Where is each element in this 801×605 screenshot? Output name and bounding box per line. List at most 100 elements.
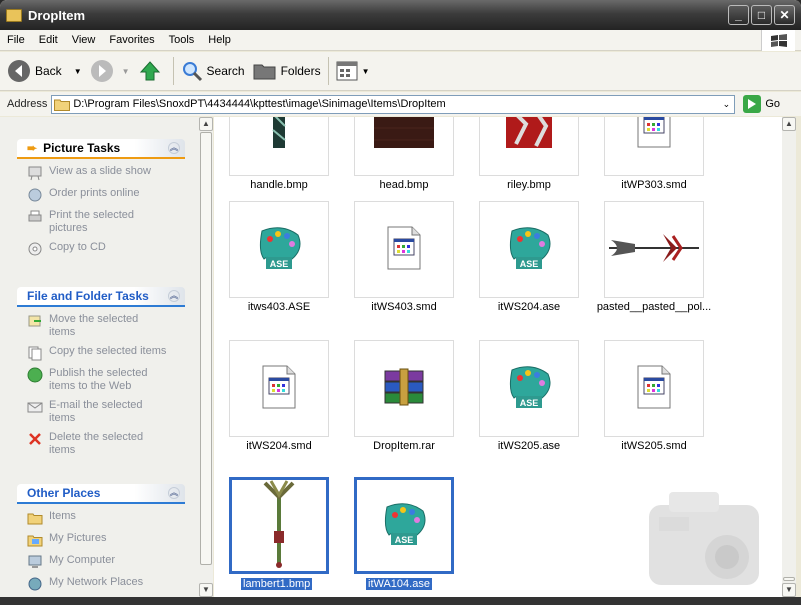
task-print-pictures[interactable]: Print the selected pictures — [27, 209, 185, 235]
smd-icon — [636, 364, 672, 413]
maximize-button[interactable]: □ — [751, 5, 772, 25]
file-tasks-title: File and Folder Tasks — [27, 289, 149, 303]
file-name-label[interactable]: head.bmp — [339, 179, 469, 191]
task-order-prints[interactable]: Order prints online — [27, 187, 185, 203]
svg-text:ASE: ASE — [270, 259, 289, 269]
globe-icon — [27, 187, 43, 203]
place-my-computer[interactable]: My Computer — [27, 554, 185, 570]
file-tasks-header[interactable]: File and Folder Tasks ︽ — [17, 287, 185, 307]
back-button[interactable]: Back ▼ — [0, 55, 86, 87]
file-tile[interactable] — [479, 117, 579, 176]
scroll-down-icon[interactable]: ▼ — [782, 583, 796, 597]
address-bar: Address D:\Program Files\SnoxdPT\4434444… — [0, 92, 801, 116]
network-icon — [27, 576, 43, 592]
thumbnail-staff-icon — [259, 479, 299, 572]
file-name-label[interactable]: itWA104.ase — [366, 578, 432, 590]
file-tile[interactable] — [229, 117, 329, 176]
task-publish[interactable]: Publish the selected items to the Web — [27, 367, 185, 393]
back-arrow-icon — [8, 60, 30, 82]
file-name-label[interactable]: itWS205.smd — [589, 440, 719, 452]
address-input[interactable]: D:\Program Files\SnoxdPT\4434444\kpttest… — [51, 94, 736, 114]
file-tile[interactable] — [354, 201, 454, 298]
forward-dropdown-icon[interactable]: ▼ — [122, 67, 130, 76]
task-slideshow[interactable]: View as a slide show — [27, 165, 185, 181]
menu-bar: File Edit View Favorites Tools Help — [0, 30, 801, 51]
menu-help[interactable]: Help — [201, 34, 238, 46]
scroll-up-icon[interactable]: ▲ — [199, 117, 213, 131]
file-name-label[interactable]: riley.bmp — [464, 179, 594, 191]
file-name-label[interactable]: pasted__pasted__pol... — [589, 301, 719, 313]
address-dropdown-icon[interactable]: ⌄ — [718, 95, 735, 113]
file-tile[interactable] — [354, 340, 454, 437]
scroll-thumb[interactable] — [783, 577, 795, 581]
file-name-label[interactable]: itWP303.smd — [589, 179, 719, 191]
file-tile[interactable] — [229, 477, 329, 574]
file-tile[interactable]: ASE — [229, 201, 329, 298]
picture-tasks-header[interactable]: ➨ Picture Tasks ︽ — [17, 139, 185, 159]
toolbar-separator — [327, 57, 329, 85]
file-name-label[interactable]: itws403.ASE — [214, 301, 344, 313]
views-button[interactable]: ▼ — [332, 55, 374, 87]
file-view: handle.bmp head.bmp riley.bmp itWP303.smd AS… — [214, 117, 782, 597]
task-email[interactable]: E-mail the selected items — [27, 399, 185, 425]
file-name-label[interactable]: DropItem.rar — [339, 440, 469, 452]
smd-icon — [261, 364, 297, 413]
task-copy[interactable]: Copy the selected items — [27, 345, 185, 361]
menu-favorites[interactable]: Favorites — [102, 34, 161, 46]
scroll-thumb[interactable] — [200, 132, 212, 565]
place-my-network[interactable]: My Network Places — [27, 576, 185, 592]
back-label: Back — [35, 64, 62, 78]
place-my-pictures[interactable]: My Pictures — [27, 532, 185, 548]
thumbnail-head-icon — [374, 117, 434, 151]
menu-edit[interactable]: Edit — [32, 34, 65, 46]
file-tile[interactable]: ASE — [479, 340, 579, 437]
folder-icon — [27, 510, 43, 526]
ase-icon: ASE — [252, 221, 306, 278]
collapse-chevron-icon[interactable]: ︽ — [168, 142, 180, 154]
search-button[interactable]: Search — [177, 55, 249, 87]
file-tile[interactable] — [354, 117, 454, 176]
collapse-chevron-icon[interactable]: ︽ — [168, 290, 180, 302]
title-bar[interactable]: DropItem _ □ ✕ — [0, 0, 801, 30]
forward-button[interactable]: ▼ — [86, 55, 134, 87]
up-button[interactable] — [134, 55, 170, 87]
folders-icon — [253, 64, 276, 80]
picture-tasks-panel: ➨ Picture Tasks ︽ View as a slide show O… — [17, 139, 185, 269]
go-button[interactable]: Go — [743, 95, 780, 113]
scroll-down-icon[interactable]: ▼ — [199, 583, 213, 597]
minimize-button[interactable]: _ — [728, 5, 749, 25]
file-tile[interactable]: ASE — [354, 477, 454, 574]
place-items[interactable]: Items — [27, 510, 185, 526]
menu-file[interactable]: File — [0, 34, 32, 46]
task-delete[interactable]: Delete the selected items — [27, 431, 185, 457]
collapse-chevron-icon[interactable]: ︽ — [168, 487, 180, 499]
file-tasks-panel: File and Folder Tasks ︽ Move the selecte… — [17, 287, 185, 469]
file-name-label[interactable]: lambert1.bmp — [241, 578, 313, 590]
other-places-header[interactable]: Other Places ︽ — [17, 484, 185, 504]
file-name-label[interactable]: itWS204.ase — [464, 301, 594, 313]
back-dropdown-icon[interactable]: ▼ — [74, 67, 82, 76]
task-pane: ➨ Picture Tasks ︽ View as a slide show O… — [0, 117, 199, 597]
file-tile[interactable] — [604, 340, 704, 437]
file-view-scrollbar[interactable]: ▲ ▼ — [782, 117, 796, 597]
smd-icon — [636, 117, 672, 152]
scroll-up-icon[interactable]: ▲ — [782, 117, 796, 131]
task-pane-scrollbar[interactable]: ▲ ▼ — [199, 117, 213, 597]
menu-tools[interactable]: Tools — [162, 34, 202, 46]
file-name-label[interactable]: handle.bmp — [214, 179, 344, 191]
folders-label: Folders — [280, 64, 321, 78]
file-tile[interactable] — [604, 117, 704, 176]
file-tile[interactable] — [229, 340, 329, 437]
file-tile[interactable] — [604, 201, 704, 298]
task-copy-cd[interactable]: Copy to CD — [27, 241, 185, 257]
file-name-label[interactable]: itWS204.smd — [214, 440, 344, 452]
pictures-folder-icon — [27, 532, 43, 548]
views-icon — [336, 61, 358, 81]
file-tile[interactable]: ASE — [479, 201, 579, 298]
folders-button[interactable]: Folders — [249, 55, 325, 87]
file-name-label[interactable]: itWS205.ase — [464, 440, 594, 452]
close-button[interactable]: ✕ — [774, 5, 795, 25]
task-move[interactable]: Move the selected items — [27, 313, 185, 339]
menu-view[interactable]: View — [65, 34, 103, 46]
file-name-label[interactable]: itWS403.smd — [339, 301, 469, 313]
